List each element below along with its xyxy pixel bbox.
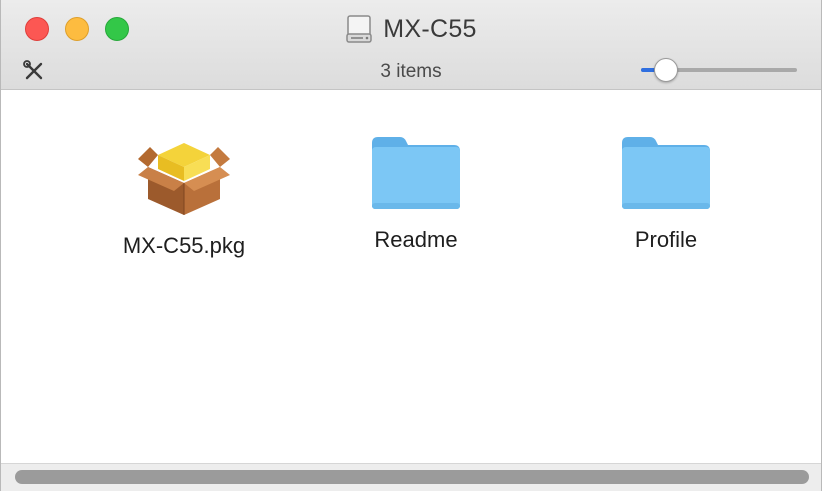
title-bar[interactable]: MX-C55 3 items	[1, 0, 821, 90]
file-item-profile[interactable]: Profile	[566, 133, 766, 253]
window-title: MX-C55	[383, 14, 477, 43]
slider-knob[interactable]	[653, 58, 678, 82]
file-label: MX-C55.pkg	[122, 233, 246, 258]
file-item-readme[interactable]: Readme	[316, 133, 516, 253]
window-title-group: MX-C55	[1, 14, 821, 44]
finder-window: MX-C55 3 items MX-C55.pkg Readme Profile	[0, 0, 822, 491]
horizontal-scrollbar[interactable]	[1, 463, 821, 491]
package-icon	[138, 143, 230, 215]
file-label: Readme	[374, 227, 458, 252]
folder-icon	[622, 137, 710, 209]
scrollbar-thumb[interactable]	[15, 470, 809, 484]
file-item-pkg[interactable]: MX-C55.pkg	[84, 129, 284, 259]
file-label: Profile	[634, 227, 698, 252]
icon-size-slider[interactable]	[641, 58, 797, 82]
file-browser-content[interactable]: MX-C55.pkg Readme Profile	[1, 91, 821, 463]
folder-icon	[372, 137, 460, 209]
disk-icon	[346, 15, 372, 43]
